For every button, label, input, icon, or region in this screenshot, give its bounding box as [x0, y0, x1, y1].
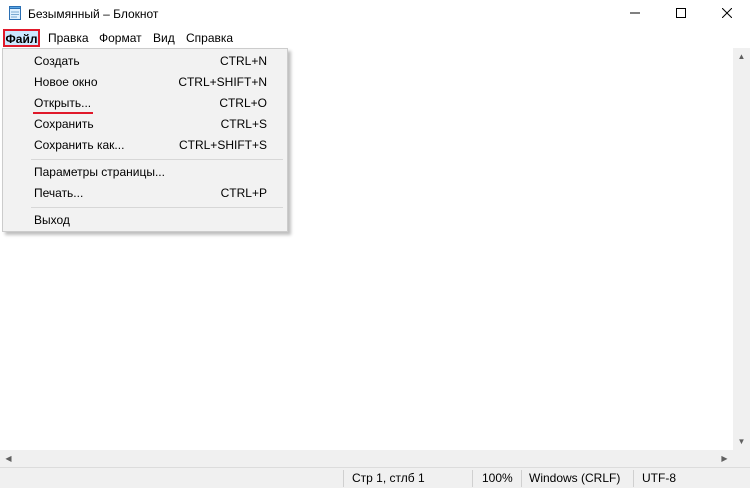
menu-item-label: Открыть... [34, 96, 92, 110]
scroll-right-icon[interactable]: ▶ [716, 450, 733, 467]
menu-item-label: Сохранить [34, 117, 94, 131]
menu-item-create[interactable]: Создать CTRL+N [3, 51, 287, 72]
menu-item-open[interactable]: Открыть... CTRL+O [3, 93, 287, 114]
menu-item-save-as[interactable]: Сохранить как... CTRL+SHIFT+S [3, 135, 287, 156]
status-position: Стр 1, стлб 1 [352, 471, 425, 485]
menu-item-label: Сохранить как... [34, 138, 125, 152]
scroll-down-icon[interactable]: ▼ [733, 433, 750, 450]
menu-file[interactable]: Файл [3, 29, 40, 47]
menu-item-shortcut: CTRL+N [219, 54, 267, 68]
menu-item-shortcut: CTRL+P [220, 186, 267, 200]
menu-format[interactable]: Формат [99, 28, 142, 48]
title-bar: Безымянный – Блокнот [0, 0, 750, 28]
menu-item-label: Новое окно [34, 75, 98, 89]
menu-item-label: Печать... [34, 186, 84, 200]
menu-item-label: Создать [34, 54, 80, 68]
menu-item-label: Выход [34, 213, 70, 227]
scroll-left-icon[interactable]: ◀ [0, 450, 17, 467]
scroll-up-icon[interactable]: ▲ [733, 48, 750, 65]
menu-help[interactable]: Справка [186, 28, 233, 48]
menu-item-shortcut: CTRL+S [220, 117, 267, 131]
menu-item-new-window[interactable]: Новое окно CTRL+SHIFT+N [3, 72, 287, 93]
menu-view[interactable]: Вид [153, 28, 175, 48]
status-line-ending: Windows (CRLF) [529, 471, 621, 485]
menu-separator [31, 159, 283, 160]
status-bar: Стр 1, стлб 1 100% Windows (CRLF) UTF-8 [0, 467, 750, 488]
menu-item-shortcut: CTRL+O [219, 96, 267, 110]
menu-separator [31, 207, 283, 208]
scrollbar-corner [733, 450, 750, 467]
status-separator [472, 470, 473, 487]
vertical-scrollbar[interactable]: ▲ ▼ [733, 48, 750, 450]
menu-item-label: Параметры страницы... [34, 165, 165, 179]
menu-item-print[interactable]: Печать... CTRL+P [3, 183, 287, 204]
maximize-button[interactable] [658, 0, 704, 28]
window-title: Безымянный – Блокнот [28, 7, 159, 21]
maximize-icon [676, 7, 686, 21]
status-separator [633, 470, 634, 487]
minimize-icon [630, 7, 640, 21]
close-button[interactable] [704, 0, 750, 28]
menu-edit[interactable]: Правка [48, 28, 89, 48]
status-zoom: 100% [482, 471, 513, 485]
menu-item-shortcut: CTRL+SHIFT+S [178, 138, 267, 152]
file-menu-dropdown: Создать CTRL+N Новое окно CTRL+SHIFT+N О… [2, 48, 288, 232]
status-separator [343, 470, 344, 487]
menu-item-shortcut: CTRL+SHIFT+N [178, 75, 267, 89]
menu-item-exit[interactable]: Выход [3, 210, 287, 231]
menu-item-page-setup[interactable]: Параметры страницы... [3, 162, 287, 183]
close-icon [721, 7, 733, 21]
notepad-icon [9, 6, 21, 20]
minimize-button[interactable] [612, 0, 658, 28]
menu-bar: Файл Правка Формат Вид Справка [0, 28, 750, 48]
horizontal-scrollbar[interactable]: ◀ ▶ [0, 450, 733, 467]
status-separator [521, 470, 522, 487]
status-encoding: UTF-8 [642, 471, 676, 485]
menu-item-save[interactable]: Сохранить CTRL+S [3, 114, 287, 135]
